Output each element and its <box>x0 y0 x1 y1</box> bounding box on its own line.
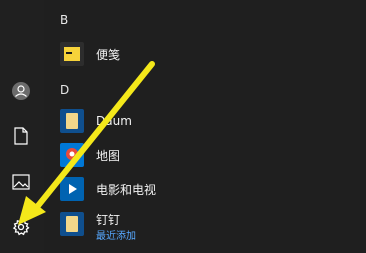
app-label: 钉钉 <box>96 212 121 227</box>
app-item-dingtalk[interactable]: 钉钉 最近添加 <box>60 208 360 242</box>
pictures-icon <box>12 174 30 190</box>
app-item-daum[interactable]: Daum <box>60 107 360 135</box>
recently-added-label: 最近添加 <box>96 231 136 242</box>
sticky-notes-icon <box>60 42 84 66</box>
app-label: 地图 <box>96 148 121 163</box>
settings-button[interactable] <box>10 216 32 238</box>
app-label: Daum <box>96 114 132 128</box>
user-avatar-button[interactable] <box>10 80 32 102</box>
folder-icon <box>60 212 84 236</box>
section-header-d[interactable]: D <box>60 83 69 97</box>
app-item-movies-tv[interactable]: 电影和电视 <box>60 175 360 203</box>
user-icon <box>12 82 30 100</box>
folder-icon <box>60 109 84 133</box>
documents-button[interactable] <box>10 125 32 147</box>
maps-icon <box>60 143 84 167</box>
pictures-button[interactable] <box>10 171 32 193</box>
app-label: 电影和电视 <box>96 182 157 197</box>
app-label: 便笺 <box>96 47 121 62</box>
document-icon <box>14 127 28 145</box>
app-item-maps[interactable]: 地图 <box>60 141 360 169</box>
movies-tv-icon <box>60 177 84 201</box>
section-header-b[interactable]: B <box>60 13 68 27</box>
settings-gear-icon <box>12 218 30 236</box>
app-item-sticky-notes[interactable]: 便笺 <box>60 40 360 68</box>
start-menu-left-rail <box>0 0 44 253</box>
